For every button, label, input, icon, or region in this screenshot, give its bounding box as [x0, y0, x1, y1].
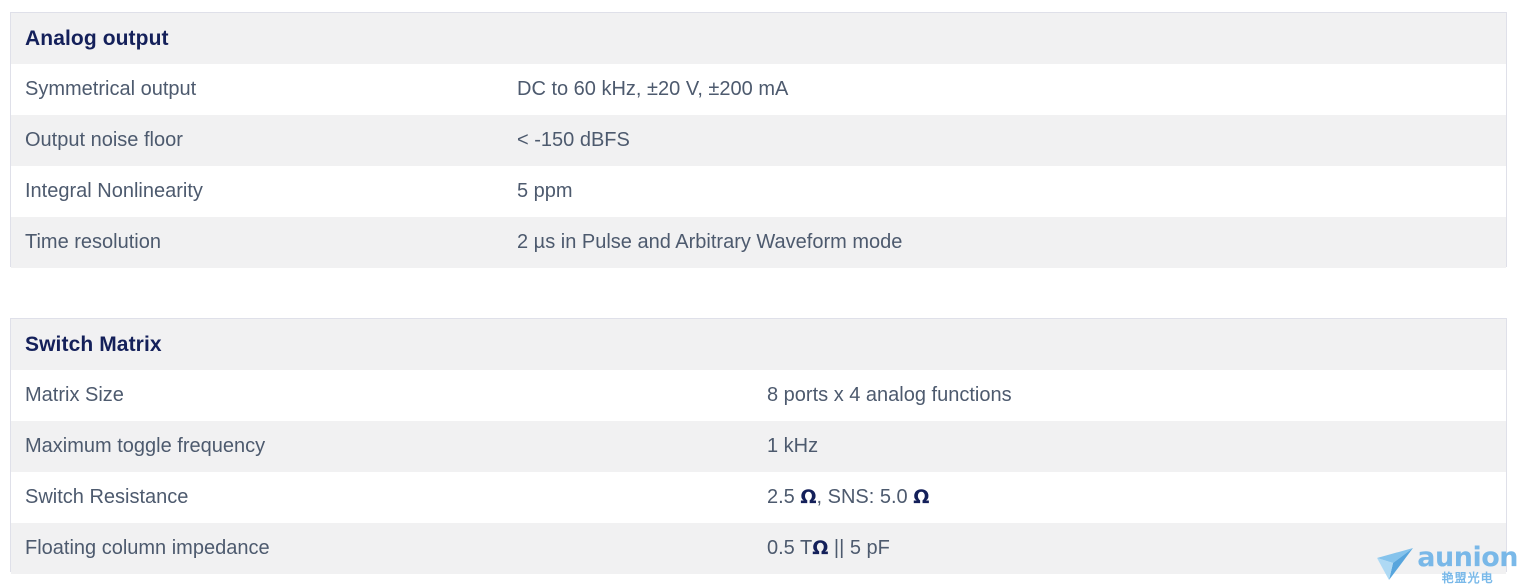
spec-label: Symmetrical output — [25, 78, 197, 100]
table-row: Floating column impedance 0.5 TΩ || 5 pF — [11, 523, 1506, 574]
spec-table-analog-output: Analog output Symmetrical output DC to 6… — [10, 12, 1507, 268]
spec-value: < -150 dBFS — [517, 129, 630, 151]
spec-value: 5 ppm — [517, 180, 573, 202]
spec-sheet-page: Analog output Symmetrical output DC to 6… — [0, 0, 1526, 588]
spec-label: Maximum toggle frequency — [25, 435, 266, 457]
ohm-symbol: Ω — [913, 486, 930, 508]
spec-label: Integral Nonlinearity — [25, 180, 203, 202]
spec-value: 2.5 Ω, SNS: 5.0 Ω — [767, 486, 930, 508]
spec-value: 1 kHz — [767, 435, 819, 457]
spec-label: Time resolution — [25, 231, 161, 253]
spec-value: 0.5 TΩ || 5 pF — [767, 537, 890, 559]
spec-value: DC to 60 kHz, ±20 V, ±200 mA — [517, 78, 789, 100]
ohm-symbol: Ω — [812, 537, 829, 559]
spec-table-title: Analog output — [25, 27, 169, 50]
table-row: Symmetrical output DC to 60 kHz, ±20 V, … — [11, 64, 1506, 115]
spec-table-title: Switch Matrix — [25, 333, 162, 356]
spec-table-switch-matrix: Switch Matrix Matrix Size 8 ports x 4 an… — [10, 318, 1507, 574]
spec-label: Floating column impedance — [25, 537, 270, 559]
table-row: Output noise floor < -150 dBFS — [11, 115, 1506, 166]
table-row: Matrix Size 8 ports x 4 analog functions — [11, 370, 1506, 421]
spec-label: Output noise floor — [25, 129, 183, 151]
table-row: Maximum toggle frequency 1 kHz — [11, 421, 1506, 472]
ohm-symbol: Ω — [800, 486, 817, 508]
spec-table-header: Switch Matrix — [11, 319, 1506, 370]
table-row: Switch Resistance 2.5 Ω, SNS: 5.0 Ω — [11, 472, 1506, 523]
spec-table-header: Analog output — [11, 13, 1506, 64]
spec-label: Matrix Size — [25, 384, 124, 406]
spec-label: Switch Resistance — [25, 486, 189, 508]
table-row: Integral Nonlinearity 5 ppm — [11, 166, 1506, 217]
table-row: Time resolution 2 µs in Pulse and Arbitr… — [11, 217, 1506, 268]
spec-value: 2 µs in Pulse and Arbitrary Waveform mod… — [517, 231, 903, 253]
spec-value: 8 ports x 4 analog functions — [767, 384, 1012, 406]
